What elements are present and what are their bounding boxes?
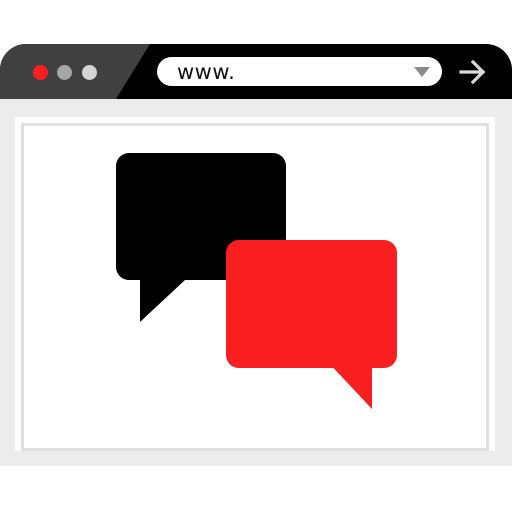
- red-speech-bubble: [226, 240, 397, 409]
- chat-bubbles-icon: [116, 153, 397, 409]
- browser-illustration: www.: [0, 0, 512, 512]
